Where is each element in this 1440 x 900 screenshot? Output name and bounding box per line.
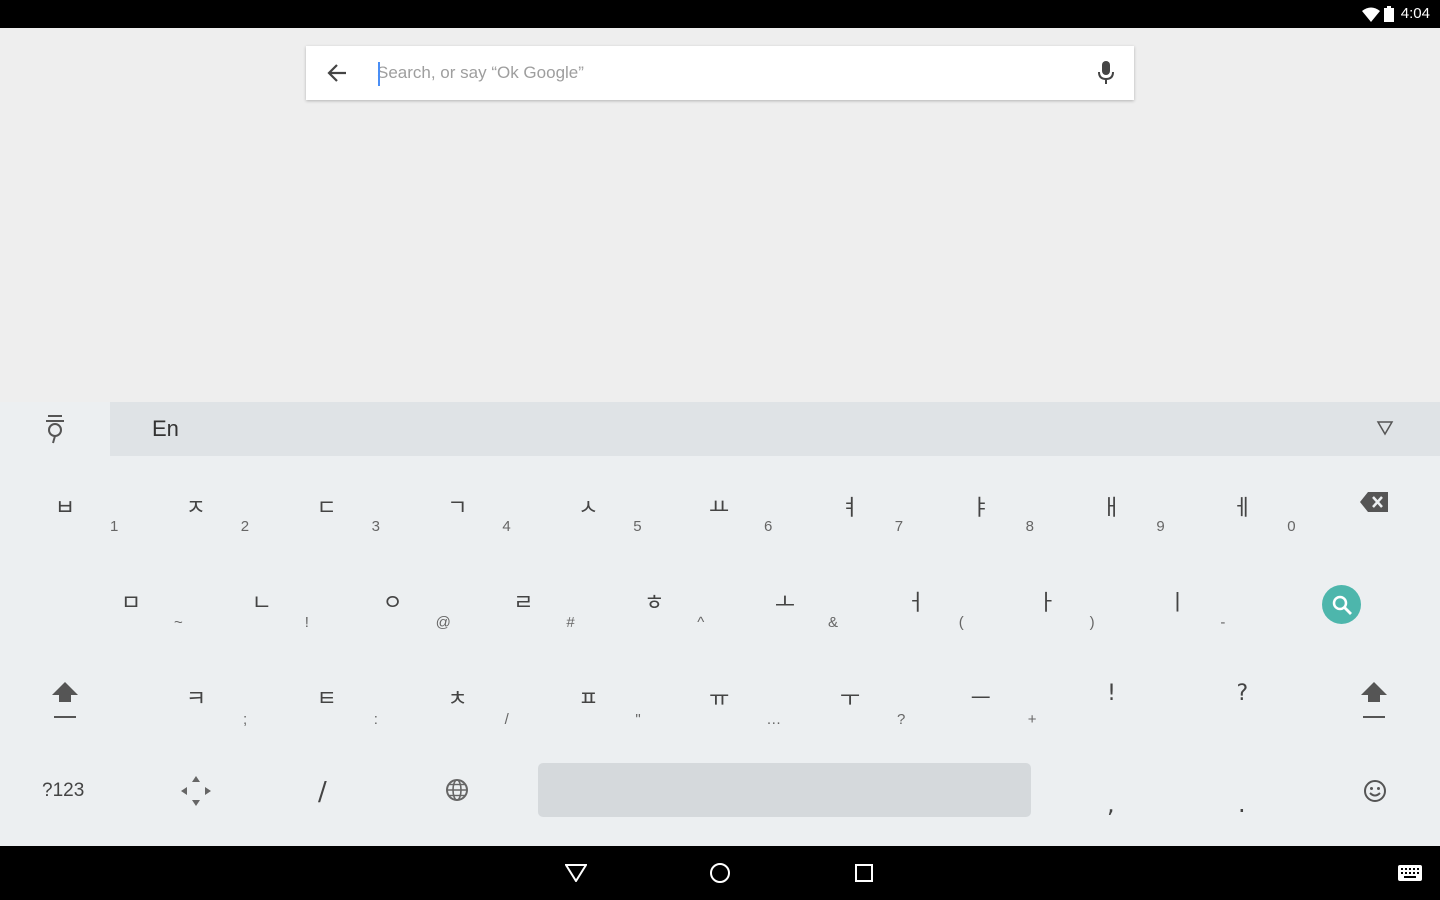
key-row3-6[interactable]: ㅡ + (916, 456, 1046, 728)
key-row3-1[interactable]: ㅌ: (262, 456, 392, 728)
key-row3-7[interactable]: ! (1047, 456, 1177, 706)
suggestion-strip: En (110, 402, 1440, 456)
key-main-label: ㅓ (905, 591, 926, 616)
key-row3-5[interactable]: ㅜ? (785, 456, 915, 728)
recents-icon[interactable] (855, 864, 873, 882)
key-sub-label: " (635, 711, 641, 728)
cursor-move-icon[interactable] (180, 775, 212, 807)
period-key[interactable]: . (1238, 790, 1246, 818)
key-sub-label: : (373, 711, 378, 728)
key-main-label: ㅠ (709, 687, 730, 712)
key-main-label: ? (1236, 681, 1249, 706)
key-main-label: ! (1107, 681, 1116, 706)
key-row3-0[interactable]: ㅋ; (131, 456, 261, 728)
key-sub-label: ~ (174, 614, 183, 631)
key-main-label: ㄹ (513, 591, 534, 616)
comma-key[interactable]: , (1107, 790, 1115, 818)
suggestion-bar: En (0, 402, 1440, 456)
nav-bar (0, 846, 1440, 900)
key-main-label: ㅊ (447, 687, 468, 712)
key-main-label: ㅏ (1036, 591, 1057, 616)
battery-icon (1384, 6, 1394, 22)
key-main-label: ㅁ (120, 591, 142, 616)
key-sub-label: ? (897, 711, 906, 728)
key-main-label: ㅗ (774, 591, 796, 616)
shift-right-icon[interactable] (1360, 680, 1388, 720)
shift-left-icon[interactable] (51, 680, 79, 720)
backspace-icon[interactable] (1359, 491, 1389, 513)
key-row3-3[interactable]: ㅍ " (523, 456, 653, 728)
key-row3-4[interactable]: ㅠ… (654, 456, 784, 728)
key-main-label: ㅌ (316, 687, 337, 712)
back-arrow-icon[interactable] (326, 62, 348, 84)
status-bar: 4:04 (0, 0, 1440, 28)
key-sub-label: - (1220, 614, 1226, 631)
wifi-icon (1362, 7, 1380, 22)
key-main-label: ㅣ (1167, 591, 1188, 616)
globe-icon[interactable] (445, 778, 469, 802)
key-main-label: ㅇ (382, 591, 403, 616)
symbols-key[interactable]: ?123 (42, 780, 84, 802)
key-main-label: ㅜ (839, 687, 861, 712)
key-sub-label: ^ (697, 614, 705, 631)
key-sub-label: & (828, 614, 839, 631)
key-sub-label: / (504, 711, 509, 728)
key-main-label: ㅋ (185, 687, 207, 712)
keyboard: En ㅂ 1 ㅈ 2 ㄷ 3 ㄱ 4 ㅅ 5 ㅛ 6 ㅕ 7 ㅑ 8 ㅐ 9 ㅔ 0 ㅁ ~ ㄴ! ㅇ @ ㄹ # ㅎ ^ ㅗ & ㅓ(ㅏ) ㅣ… (0, 402, 1440, 846)
hangul-ime-icon (46, 415, 64, 444)
search-input[interactable] (377, 58, 1077, 88)
search-icon (1332, 595, 1352, 615)
key-main-label: ㄴ (251, 591, 272, 616)
back-icon[interactable] (565, 864, 587, 882)
clock: 4:04 (1400, 5, 1430, 22)
key-sub-label: … (766, 711, 782, 728)
key-main-label: ㅍ (578, 687, 599, 712)
key-row3-8[interactable]: ? (1177, 456, 1307, 706)
emoji-icon[interactable] (1363, 779, 1387, 803)
key-main-label: ㅎ (644, 591, 665, 616)
text-cursor (378, 62, 380, 86)
ime-settings-button[interactable] (0, 402, 110, 456)
key-main-label: ㅡ (970, 687, 991, 712)
key-sub-label: ) (1089, 614, 1095, 631)
key-sub-label: + (1027, 711, 1037, 728)
home-icon[interactable] (709, 862, 731, 884)
key-sub-label: ; (243, 711, 248, 728)
keyboard-icon[interactable] (1398, 865, 1422, 881)
key-sub-label: ! (304, 614, 309, 631)
key-sub-label: @ (435, 614, 451, 631)
suggestion-en[interactable]: En (152, 416, 179, 442)
key-sub-label: # (566, 614, 575, 631)
key-sub-label: ( (958, 614, 964, 631)
search-box (306, 46, 1134, 100)
triangle-down-icon[interactable] (1376, 420, 1394, 436)
mic-icon[interactable] (1098, 61, 1114, 85)
space-bar[interactable] (538, 763, 1031, 817)
search-button[interactable] (1322, 585, 1361, 624)
slash-key[interactable]: / (318, 777, 327, 807)
key-row3-2[interactable]: ㅊ / (393, 456, 523, 728)
